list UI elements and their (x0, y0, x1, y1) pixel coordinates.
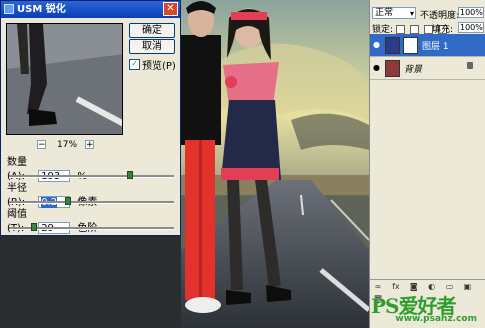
layer-thumbnail (385, 37, 400, 54)
blend-mode-select[interactable]: 正常 (372, 7, 416, 19)
unsharp-mask-dialog: USM 锐化 ✕ 确定 取消 ✓ 预览(P) − 17% + 数量(A): 19… (0, 0, 181, 236)
zoom-level: 17% (57, 140, 78, 150)
eye-icon[interactable]: ● (373, 63, 381, 72)
zoom-out-button[interactable]: − (37, 140, 46, 150)
layer-mask-thumbnail[interactable] (403, 37, 418, 54)
eye-icon[interactable]: ● (373, 40, 381, 49)
photo-canvas[interactable] (181, 0, 369, 328)
threshold-row: 阈值(T): 29 色阶 (7, 208, 97, 234)
checkbox-check-icon[interactable]: ✓ (129, 59, 140, 70)
preview-window[interactable] (6, 23, 123, 135)
photo-image (181, 0, 369, 328)
lock-transparent-icon[interactable] (395, 25, 405, 34)
threshold-slider[interactable] (9, 223, 174, 231)
threshold-label: 阈值(T): (7, 209, 27, 234)
layers-options-row: 正常 不透明度: 100% (372, 7, 484, 21)
layer-name[interactable]: 背景 (404, 62, 422, 75)
lock-row: 锁定: 填充: 100% (372, 22, 484, 35)
fill-input[interactable]: 100% (458, 22, 484, 33)
amount-label: 数量(A): (7, 157, 27, 182)
radius-slider[interactable] (9, 197, 174, 205)
photoshop-app-icon (4, 4, 14, 14)
opacity-label: 不透明度: (420, 11, 460, 21)
amount-row: 数量(A): 193 % (7, 156, 87, 182)
watermark: PS爱好者 www.psahz.com (371, 290, 481, 326)
layer-row-background[interactable]: ● 背景 (370, 57, 485, 80)
amount-slider[interactable] (9, 171, 174, 179)
ok-button[interactable]: 确定 (129, 23, 175, 38)
layers-panel: 正常 不透明度: 100% 锁定: 填充: 100% ● 图层 1 ● 背景 ∞… (369, 0, 485, 328)
layer-name[interactable]: 图层 1 (422, 39, 449, 52)
dialog-title: USM 锐化 (17, 4, 66, 15)
watermark-url: www.psahz.com (395, 314, 477, 324)
radius-row: 半径(R): 0.2 像素 (7, 182, 97, 208)
radius-slider-thumb[interactable] (64, 197, 71, 205)
threshold-slider-thumb[interactable] (31, 223, 38, 231)
dialog-titlebar[interactable]: USM 锐化 ✕ (1, 1, 180, 18)
close-button[interactable]: ✕ (163, 2, 178, 16)
cancel-button[interactable]: 取消 (129, 39, 175, 54)
lock-pixels-icon[interactable] (409, 25, 419, 34)
layer-thumbnail (385, 60, 400, 77)
lock-icon (467, 62, 473, 69)
zoom-control: − 17% + (37, 139, 97, 151)
preview-image (7, 24, 122, 134)
zoom-in-button[interactable]: + (85, 140, 94, 150)
amount-slider-thumb[interactable] (126, 171, 133, 179)
radius-label: 半径(R): (7, 183, 27, 208)
preview-checkbox[interactable]: ✓ 预览(P) (129, 57, 176, 72)
layer-row-layer1[interactable]: ● 图层 1 (370, 34, 485, 57)
opacity-input[interactable]: 100% (458, 7, 484, 18)
preview-label: 预览(P) (142, 61, 176, 72)
